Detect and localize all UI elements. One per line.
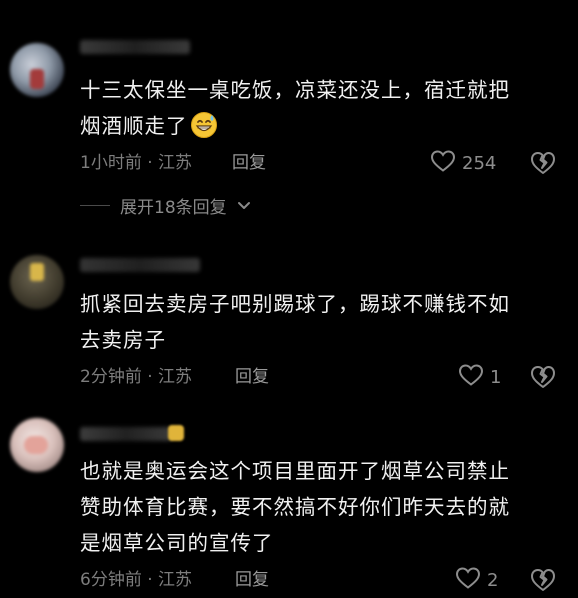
username-blurred[interactable] [80, 40, 190, 54]
grinning-sweat-emoji-icon [190, 111, 218, 150]
comment-text-line: 十三太保坐一桌吃饭，凉菜还没上，宿迁就把 [80, 78, 510, 102]
dislike-button[interactable] [530, 150, 556, 176]
dislike-button[interactable] [530, 364, 556, 390]
comment-text: 也就是奥运会这个项目里面开了烟草公司禁止 赞助体育比赛，要不然搞不好你们昨天去的… [80, 453, 550, 561]
divider [80, 205, 110, 206]
heart-icon [455, 566, 481, 595]
heart-icon [458, 363, 484, 392]
comment-text-line: 是烟草公司的宣传了 [80, 531, 274, 555]
broken-heart-icon [530, 152, 556, 180]
comment-time-location: 1小时前 · 江苏 [80, 153, 193, 173]
reply-button[interactable]: 回复 [235, 568, 269, 592]
chevron-down-icon [237, 196, 251, 216]
comment-time-location: 6分钟前 · 江苏 [80, 570, 193, 590]
comment-text-line: 赞助体育比赛，要不然搞不好你们昨天去的就 [80, 495, 510, 519]
reply-button[interactable]: 回复 [235, 365, 269, 389]
avatar[interactable] [10, 43, 64, 97]
like-count: 2 [487, 569, 499, 591]
comment-text-fragment: 烟酒顺走了 [80, 114, 188, 138]
avatar[interactable] [10, 255, 64, 309]
comment-text-line: 抓紧回去卖房子吧别踢球了，踢球不赚钱不如 [80, 292, 510, 316]
level-badge-icon [168, 425, 184, 441]
comment-text-line: 去卖房子 [80, 328, 166, 352]
comment-text: 十三太保坐一桌吃饭，凉菜还没上，宿迁就把 烟酒顺走了 [80, 72, 550, 150]
expand-replies-label: 展开18条回复 [120, 198, 227, 218]
like-count: 1 [490, 366, 502, 388]
dislike-button[interactable] [530, 567, 556, 593]
like-button[interactable]: 254 [430, 149, 496, 177]
avatar[interactable] [10, 418, 64, 472]
reply-button[interactable]: 回复 [232, 151, 266, 175]
broken-heart-icon [530, 366, 556, 394]
comment-text-line: 烟酒顺走了 [80, 108, 550, 150]
comment-text-line: 也就是奥运会这个项目里面开了烟草公司禁止 [80, 459, 510, 483]
expand-replies-button[interactable]: 展开18条回复 [80, 193, 251, 218]
comment-text: 抓紧回去卖房子吧别踢球了，踢球不赚钱不如 去卖房子 [80, 286, 550, 358]
like-button[interactable]: 2 [455, 566, 498, 594]
username-blurred[interactable] [80, 258, 200, 272]
heart-icon [430, 149, 456, 178]
broken-heart-icon [530, 569, 556, 597]
username-blurred[interactable] [80, 427, 172, 441]
like-button[interactable]: 1 [458, 363, 501, 391]
like-count: 254 [462, 152, 497, 174]
comment-time-location: 2分钟前 · 江苏 [80, 367, 193, 387]
